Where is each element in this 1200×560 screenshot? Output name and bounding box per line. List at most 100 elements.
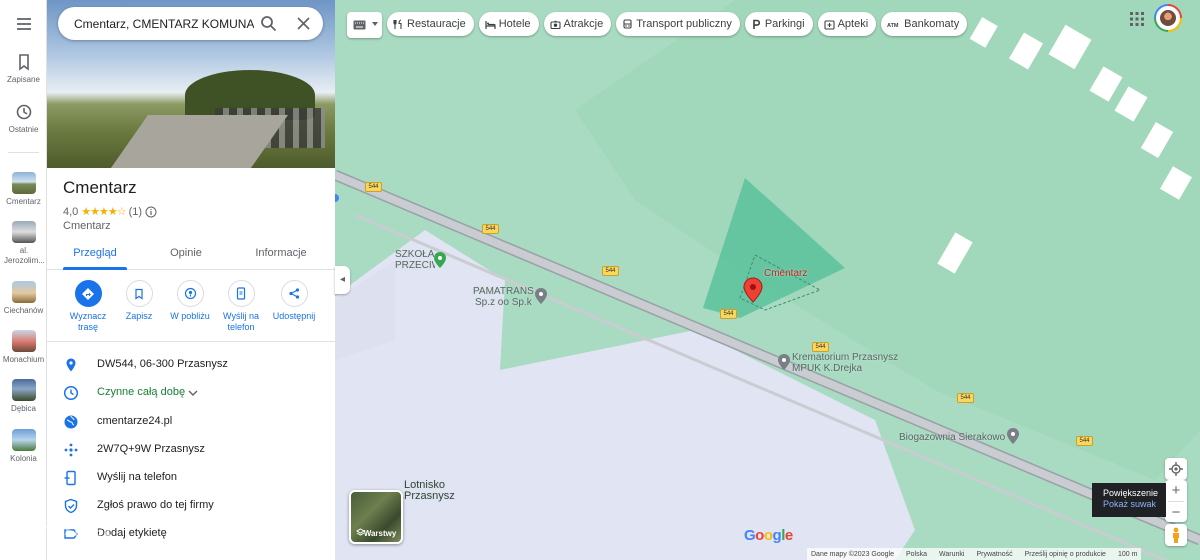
layers-button[interactable]: Warstwy	[349, 490, 403, 544]
website-link: cmentarze24.pl	[97, 415, 173, 427]
nearby-icon	[184, 287, 196, 300]
scale-bar[interactable]: 100 m	[1118, 551, 1137, 558]
recent-item[interactable]: Dębica	[0, 379, 47, 414]
zoom-in-button[interactable]: +	[1165, 480, 1187, 501]
search-input[interactable]	[74, 7, 254, 40]
info-icon[interactable]	[145, 206, 157, 218]
avatar-image	[1160, 10, 1176, 26]
rating-value: 4,0	[63, 205, 79, 218]
zoom-out-button[interactable]: −	[1165, 502, 1187, 523]
apps-grid-icon[interactable]	[1130, 12, 1144, 26]
rail-divider	[8, 152, 39, 153]
directions-button[interactable]: Wyznacz trasę	[60, 280, 116, 333]
account-avatar[interactable]	[1154, 4, 1182, 32]
chip-restaurants[interactable]: Restauracje	[387, 12, 474, 36]
place-category[interactable]: Cmentarz	[63, 220, 111, 232]
zoom-tooltip: Powiększenie Pokaż suwak	[1092, 483, 1166, 517]
chevron-down-icon[interactable]	[188, 389, 198, 397]
google-logo: Google	[744, 527, 793, 544]
camera-icon	[549, 20, 561, 29]
cemetery-label[interactable]: Cmentarz	[764, 268, 807, 279]
history-icon	[16, 104, 31, 120]
recent-item[interactable]: Ciechanów	[0, 281, 47, 316]
send-phone-row[interactable]: Wyślij na telefon	[47, 468, 335, 490]
hotel-icon	[485, 20, 496, 29]
parking-icon	[753, 19, 760, 29]
recent-thumbnail	[11, 429, 36, 451]
review-count[interactable]: (1)	[129, 206, 142, 218]
pamatrans-label[interactable]: PAMATRANS Sp.z oo Sp.k	[473, 286, 534, 308]
chip-hotels[interactable]: Hotele	[478, 12, 539, 36]
recent-thumbnail	[11, 330, 36, 352]
saved-label: Zapisane	[7, 75, 40, 84]
pluscode-text: 2W7Q+9W Przasnysz	[97, 443, 205, 455]
road-badge: 544	[482, 224, 499, 234]
claim-row[interactable]: Zgłoś prawo do tej firmy	[47, 496, 335, 518]
map-canvas[interactable]	[335, 0, 1200, 560]
chip-transit[interactable]: Transport publiczny	[616, 12, 740, 36]
crosshair-icon	[1169, 462, 1183, 476]
tab-about[interactable]: Informacje	[241, 247, 321, 259]
chip-label: Bankomaty	[904, 18, 960, 30]
feedback-link[interactable]: Prześlij opinię o produkcie	[1025, 551, 1106, 558]
chip-pharmacies[interactable]: Apteki	[817, 12, 877, 36]
address-row[interactable]: DW544, 06-300 Przasnysz	[47, 355, 335, 377]
chip-parking[interactable]: Parkingi	[744, 12, 813, 36]
avatar-inner	[1156, 6, 1180, 30]
recent-item-label: Kolonia	[10, 454, 37, 463]
keyboard-icon	[353, 20, 366, 30]
input-tools-button[interactable]	[347, 12, 382, 38]
terms-link[interactable]: Warunki	[939, 551, 964, 558]
search-icon[interactable]	[260, 15, 277, 32]
menu-button[interactable]	[0, 14, 47, 34]
recent-item[interactable]: al. Jerozolim...	[0, 221, 47, 266]
rating-stars: ★★★★☆	[81, 206, 126, 218]
section-divider	[47, 341, 335, 342]
street-view-pegman[interactable]	[1165, 524, 1187, 546]
tab-reviews[interactable]: Opinie	[146, 247, 226, 259]
directions-label: Wyznacz trasę	[69, 311, 107, 332]
photo-path	[105, 115, 289, 168]
recent-item[interactable]: Monachium	[0, 330, 47, 365]
my-location-button[interactable]	[1165, 458, 1187, 480]
biogas-label[interactable]: Biogazownia Sierakowo	[899, 432, 1005, 443]
collapse-panel-button[interactable]: ◂	[335, 266, 350, 294]
caret-down-icon	[372, 22, 378, 26]
nearby-button[interactable]: W pobliżu	[162, 280, 218, 322]
recent-button[interactable]: Ostatnie	[0, 102, 47, 135]
chip-label: Restauracje	[407, 18, 466, 30]
chip-atms[interactable]: ATM Bankomaty	[881, 12, 968, 36]
hours-row[interactable]: Czynne całą dobę	[47, 383, 335, 405]
crematorium-label[interactable]: Krematorium Przasnysz MPUK K.Drejka	[792, 352, 898, 374]
svg-text:ATM: ATM	[887, 23, 899, 29]
map-graphics	[335, 0, 1200, 560]
save-button[interactable]: Zapisz	[111, 280, 167, 322]
watermark: eprzasnysz	[20, 520, 113, 540]
chip-label: Parkingi	[764, 18, 805, 30]
send-circle	[227, 280, 255, 307]
recent-item[interactable]: Kolonia	[0, 429, 47, 464]
zoom-control: + −	[1165, 480, 1187, 522]
recent-thumbnail	[11, 379, 36, 401]
send-to-phone-button[interactable]: Wyślij na telefon	[213, 280, 269, 333]
hamburger-icon	[16, 18, 31, 30]
recent-item-label: Monachium	[2, 355, 45, 364]
region-link[interactable]: Polska	[906, 551, 927, 558]
pluscode-row[interactable]: 2W7Q+9W Przasnysz	[47, 440, 335, 462]
recent-item[interactable]: Cmentarz	[0, 172, 47, 207]
zoom-tooltip-link[interactable]: Pokaż suwak	[1103, 499, 1166, 510]
tab-overview[interactable]: Przegląd	[55, 247, 135, 259]
close-icon[interactable]	[295, 15, 312, 32]
website-row[interactable]: cmentarze24.pl	[47, 412, 335, 434]
chip-label: Hotele	[498, 18, 531, 30]
school-label[interactable]: SZKOŁA PRZECIWPOŻAROWA...	[395, 249, 435, 271]
share-button[interactable]: Udostępnij	[266, 280, 322, 322]
privacy-link[interactable]: Prywatność	[976, 551, 1012, 558]
directions-icon	[82, 287, 94, 300]
chip-label: Transport publiczny	[636, 18, 732, 30]
saved-button[interactable]: Zapisane	[0, 52, 47, 85]
chip-attractions[interactable]: Atrakcje	[543, 12, 612, 36]
hours-text: Czynne całą dobę	[97, 386, 186, 398]
chip-label: Atrakcje	[563, 18, 604, 30]
airport-label[interactable]: Lotnisko Przasnysz	[404, 480, 455, 502]
